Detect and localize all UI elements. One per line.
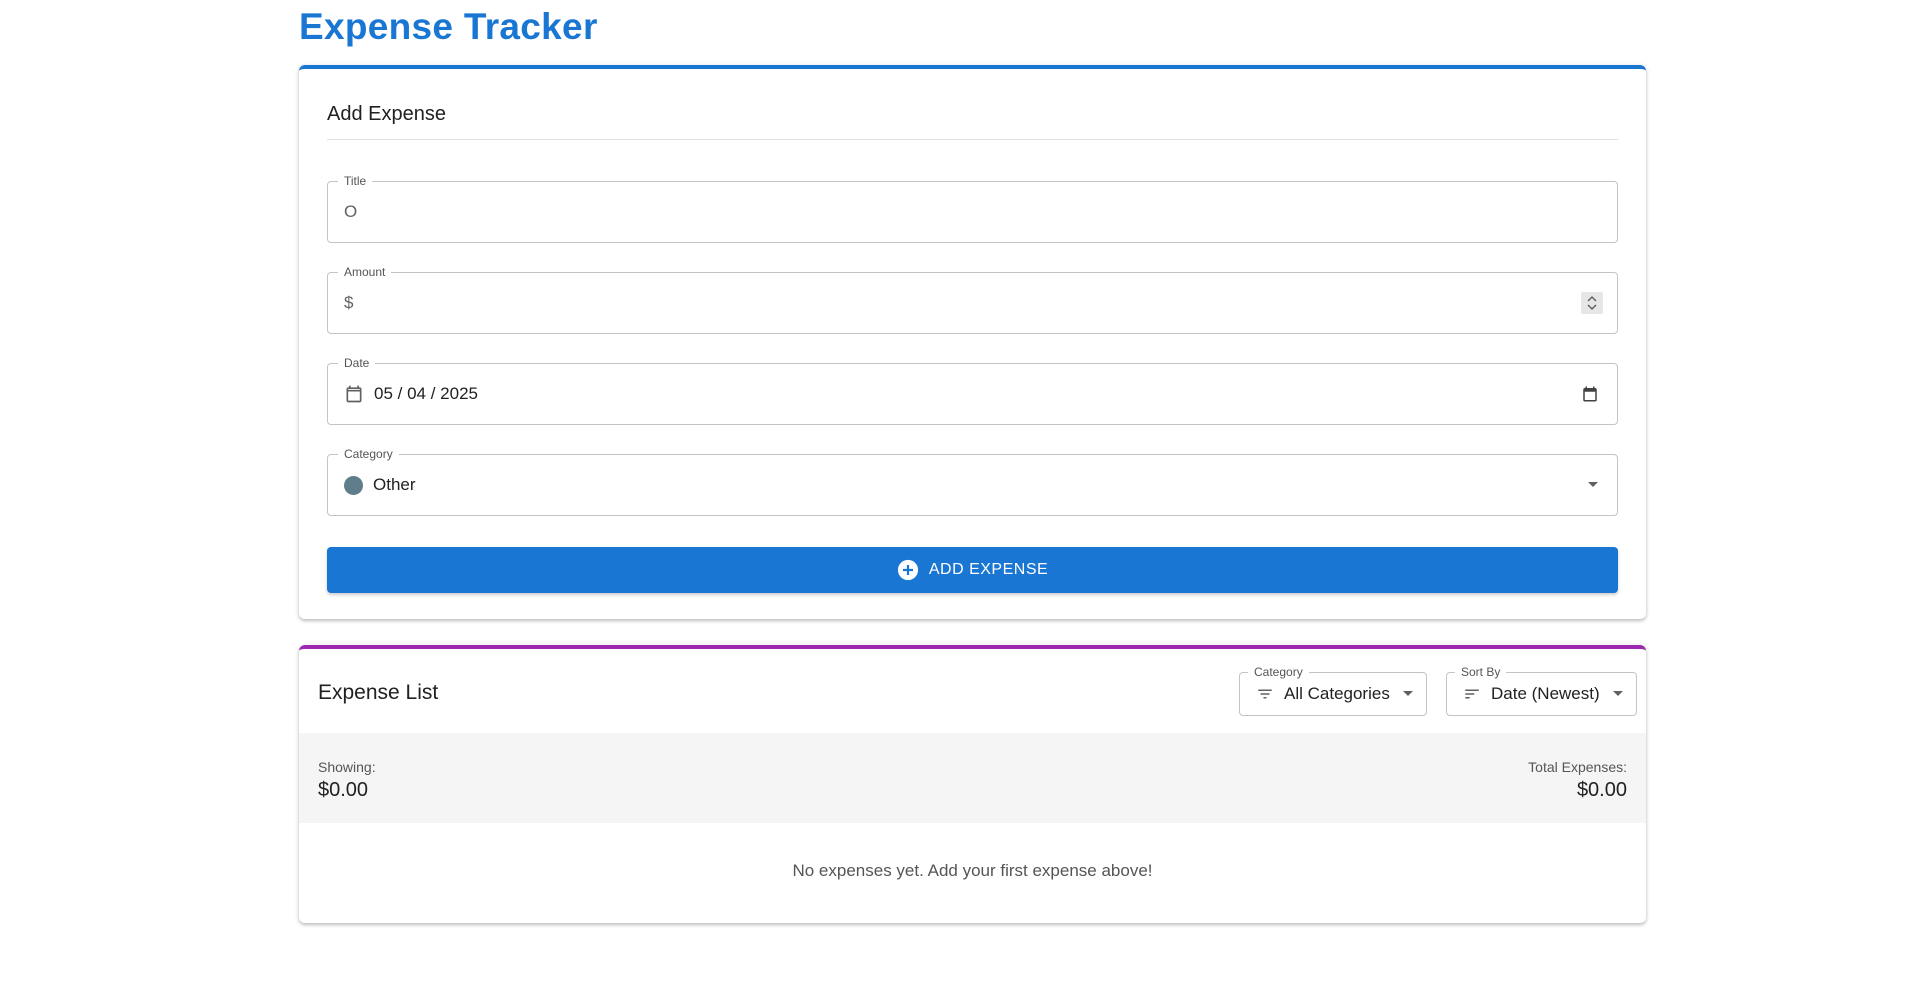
- stepper-down-icon[interactable]: [1587, 304, 1597, 310]
- empty-state-message: No expenses yet. Add your first expense …: [792, 861, 1153, 880]
- calendar-picker-icon[interactable]: [1581, 385, 1599, 403]
- category-filter-arrow-icon[interactable]: [1402, 690, 1414, 698]
- expense-list-card: Expense List Category All Categories Sor…: [299, 645, 1646, 923]
- sort-select-arrow-icon[interactable]: [1612, 690, 1624, 698]
- category-select[interactable]: Category Other: [327, 447, 1618, 516]
- divider: [327, 139, 1618, 140]
- showing-label: Showing:: [318, 759, 376, 775]
- title-field-value[interactable]: O: [344, 202, 357, 222]
- category-filter[interactable]: Category All Categories: [1239, 665, 1427, 716]
- filter-icon: [1258, 689, 1272, 699]
- expense-summary: Showing: $0.00 Total Expenses: $0.00: [299, 733, 1646, 823]
- currency-prefix: $: [344, 293, 354, 312]
- sort-select-value: Date (Newest): [1491, 684, 1600, 703]
- date-field-value[interactable]: 05 / 04 / 2025: [374, 384, 478, 404]
- amount-field[interactable]: Amount $: [327, 265, 1618, 334]
- category-field-value: Other: [373, 475, 416, 494]
- dropdown-arrow-icon[interactable]: [1587, 481, 1599, 489]
- showing-amount: $0.00: [318, 779, 369, 801]
- total-expenses-label: Total Expenses:: [1528, 759, 1627, 775]
- add-expense-card: Add Expense Title O Amount $ Date 05 / 0…: [299, 65, 1646, 619]
- add-expense-title: Add Expense: [327, 103, 446, 125]
- title-field[interactable]: Title O: [327, 174, 1618, 243]
- add-expense-button-label: ADD EXPENSE: [928, 561, 1049, 578]
- sort-select[interactable]: Sort By Date (Newest): [1446, 665, 1637, 716]
- stepper-up-icon[interactable]: [1587, 296, 1597, 302]
- expense-list-title: Expense List: [318, 681, 439, 704]
- sort-icon: [1465, 689, 1479, 699]
- app-title: Expense Tracker: [299, 6, 598, 47]
- total-expenses-amount: $0.00: [1576, 779, 1627, 801]
- calendar-icon: [346, 385, 362, 403]
- add-expense-button[interactable]: ADD EXPENSE: [327, 547, 1618, 593]
- category-filter-value: All Categories: [1284, 684, 1390, 703]
- date-field[interactable]: Date 05 / 04 / 2025: [327, 356, 1618, 425]
- add-circle-icon: [897, 559, 918, 581]
- amount-stepper[interactable]: [1581, 292, 1603, 314]
- category-color-dot: [344, 475, 363, 495]
- date-picker-button[interactable]: [1581, 385, 1599, 403]
